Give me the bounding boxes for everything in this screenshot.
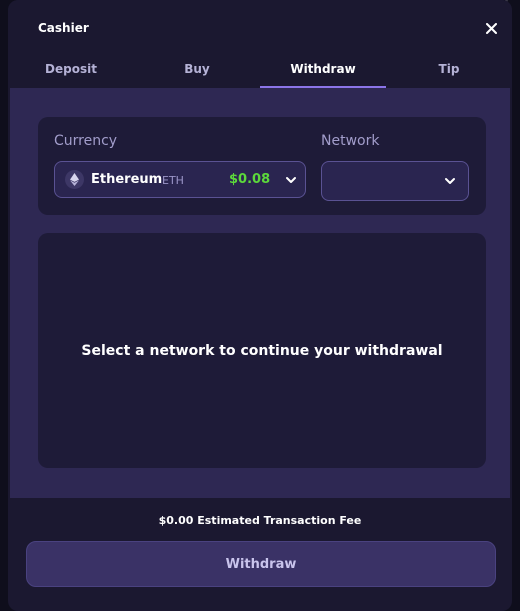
network-prompt-message: Select a network to continue your withdr… xyxy=(81,342,443,359)
modal-header: Cashier Deposit Buy Withdraw Tip xyxy=(8,0,512,88)
currency-name: Ethereum xyxy=(91,172,163,187)
tab-buy[interactable]: Buy xyxy=(134,56,260,88)
estimated-fee: $0.00 Estimated Transaction Fee xyxy=(158,514,362,527)
tab-tip[interactable]: Tip xyxy=(386,56,512,88)
currency-select[interactable]: Ethereum ETH $0.08 xyxy=(54,161,306,198)
withdraw-button[interactable]: Withdraw xyxy=(26,541,496,587)
cashier-tabs: Deposit Buy Withdraw Tip xyxy=(8,56,512,88)
currency-network-card: Currency Network Ethereum ETH $0.08 xyxy=(38,117,486,215)
ethereum-icon xyxy=(65,170,84,189)
close-button[interactable] xyxy=(482,19,500,37)
currency-balance: $0.08 xyxy=(229,172,271,187)
currency-ticker: ETH xyxy=(162,174,184,187)
chevron-down-icon xyxy=(445,178,455,184)
tab-deposit[interactable]: Deposit xyxy=(8,56,134,88)
network-select[interactable] xyxy=(321,161,469,201)
chevron-down-icon xyxy=(286,177,296,183)
cashier-modal: Cashier Deposit Buy Withdraw Tip Currenc… xyxy=(8,0,512,611)
currency-label: Currency xyxy=(54,133,118,149)
tab-withdraw[interactable]: Withdraw xyxy=(260,56,386,88)
network-prompt-card: Select a network to continue your withdr… xyxy=(38,233,486,468)
modal-title: Cashier xyxy=(38,21,89,35)
close-icon xyxy=(485,22,497,34)
withdraw-panel: Currency Network Ethereum ETH $0.08 Sele… xyxy=(10,88,510,498)
network-label: Network xyxy=(321,133,380,149)
